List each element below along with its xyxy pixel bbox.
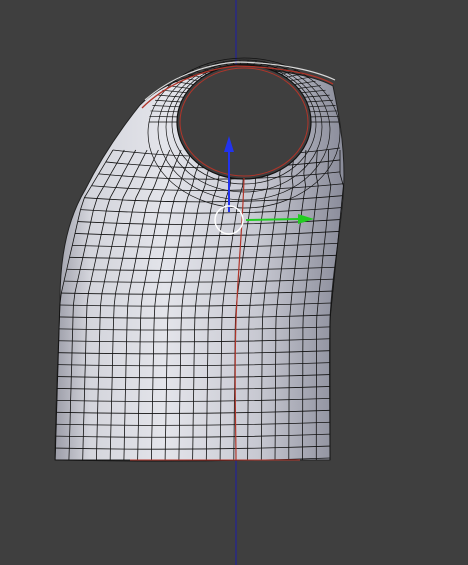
torso-mesh[interactable] [54, 57, 345, 462]
gizmo-y-axis[interactable] [245, 218, 299, 221]
neck-opening [176, 64, 312, 180]
viewport-canvas[interactable] [0, 0, 468, 565]
3d-viewport[interactable] [0, 0, 468, 565]
